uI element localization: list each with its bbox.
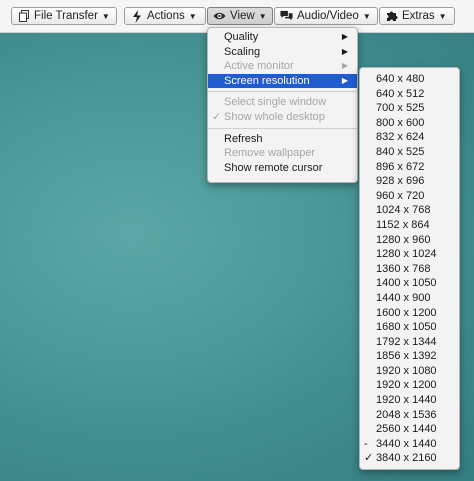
menu-item-remove-wallpaper: Remove wallpaper (224, 147, 316, 160)
menu-separator (208, 91, 357, 93)
menu-item-scaling[interactable]: Scaling ▶ (208, 45, 357, 60)
resolution-item[interactable]: 1024 x 768 (360, 203, 459, 218)
resolution-label: 1600 x 1200 (376, 306, 437, 319)
resolution-label: 960 x 720 (376, 189, 425, 202)
view-label: View (230, 10, 255, 22)
resolution-label: 928 x 696 (376, 175, 425, 188)
resolution-item[interactable]: 1360 x 768 (360, 262, 459, 277)
view-button[interactable]: View ▼ (207, 7, 273, 25)
resolution-label: 832 x 624 (376, 131, 425, 144)
screen-resolution-submenu: 640 x 480 640 x 512 700 x 525 800 x 600 832 … (359, 67, 460, 470)
resolution-item[interactable]: 800 x 600 (360, 116, 459, 131)
resolution-item[interactable]: ✓ 3840 x 2160 (360, 451, 459, 466)
resolution-label: 1920 x 1200 (376, 379, 437, 392)
resolution-label: 700 x 525 (376, 102, 425, 115)
resolution-item[interactable]: 1280 x 960 (360, 233, 459, 248)
file-transfer-label: File Transfer (34, 10, 98, 22)
chevron-down-icon: ▼ (438, 11, 447, 21)
resolution-item[interactable]: 1856 x 1392 (360, 349, 459, 364)
resolution-item[interactable]: 1152 x 864 (360, 218, 459, 233)
menu-item-screen-resolution[interactable]: Screen resolution ▶ (208, 73, 357, 89)
resolution-label: 840 x 525 (376, 145, 425, 158)
menu-item-show-whole-desktop: ✓ Show whole desktop (212, 110, 325, 123)
submenu-arrow-icon: ▶ (341, 75, 348, 85)
extras-label: Extras (402, 10, 435, 22)
resolution-label: 1680 x 1050 (376, 321, 437, 334)
resolution-label: 1400 x 1050 (376, 277, 437, 290)
resolution-item[interactable]: 1920 x 1440 (360, 393, 459, 408)
resolution-item[interactable]: 1680 x 1050 (360, 320, 459, 335)
menu-item-refresh[interactable]: Refresh (208, 132, 357, 147)
file-copy-icon (17, 10, 30, 23)
resolution-label: 1856 x 1392 (376, 350, 437, 363)
menu-separator (208, 127, 357, 129)
resolution-item[interactable]: 840 x 525 (360, 145, 459, 160)
resolution-item[interactable]: 928 x 696 (360, 174, 459, 189)
resolution-item[interactable]: 896 x 672 (360, 160, 459, 175)
resolution-item[interactable]: 832 x 624 (360, 130, 459, 145)
menu-item-active-monitor: Active monitor ▶ (224, 60, 348, 73)
resolution-item[interactable]: 1920 x 1200 (360, 378, 459, 393)
resolution-item[interactable]: 640 x 480 (360, 72, 459, 87)
resolution-label: 800 x 600 (376, 116, 425, 129)
menu-item-quality[interactable]: Quality ▶ (208, 30, 357, 45)
submenu-arrow-icon: ▶ (341, 32, 348, 41)
chevron-down-icon: ▼ (258, 11, 267, 21)
resolution-label: 1152 x 864 (376, 218, 430, 231)
chevron-down-icon: ▼ (101, 11, 110, 21)
submenu-arrow-icon: ▶ (341, 61, 348, 71)
resolution-label: 2048 x 1536 (376, 408, 437, 421)
file-transfer-button[interactable]: File Transfer ▼ (11, 7, 117, 25)
resolution-item[interactable]: 1280 x 1024 (360, 247, 459, 262)
lightning-icon (130, 9, 143, 23)
resolution-item[interactable]: 2560 x 1440 (360, 422, 459, 437)
resolution-item[interactable]: 2048 x 1536 (360, 408, 459, 423)
chat-bubbles-icon (280, 10, 293, 23)
resolution-item[interactable]: 700 x 525 (360, 101, 459, 116)
resolution-label: 3840 x 2160 (376, 452, 437, 465)
actions-button[interactable]: Actions ▼ (124, 7, 206, 25)
resolution-label: 1920 x 1440 (376, 394, 437, 407)
resolution-label: 3440 x 1440 (376, 437, 437, 450)
audio-video-label: Audio/Video (297, 10, 359, 22)
resolution-item[interactable]: 1920 x 1080 (360, 364, 459, 379)
resolution-label: 1792 x 1344 (376, 335, 437, 348)
resolution-item[interactable]: 1400 x 1050 (360, 276, 459, 291)
eye-icon (213, 10, 226, 23)
resolution-item[interactable]: 1792 x 1344 (360, 335, 459, 350)
checkmark-icon: ✓ (364, 452, 374, 465)
view-menu: Quality ▶ Scaling ▶ Active monitor ▶ Scr… (207, 27, 358, 183)
extras-button[interactable]: Extras ▼ (379, 7, 455, 25)
resolution-label: 1024 x 768 (376, 204, 431, 217)
resolution-label: 640 x 480 (376, 73, 425, 85)
menu-item-select-single-window: Select single window (224, 96, 327, 109)
resolution-label: 1280 x 960 (376, 233, 431, 246)
resolution-label: 640 x 512 (376, 87, 425, 100)
submenu-arrow-icon: ▶ (341, 46, 348, 56)
resolution-item[interactable]: -3440 x 1440 (360, 437, 459, 452)
puzzle-icon (385, 10, 398, 23)
chevron-down-icon: ▼ (188, 11, 197, 21)
dash-icon: - (364, 437, 368, 450)
resolution-label: 1440 x 900 (376, 291, 431, 304)
audio-video-button[interactable]: Audio/Video ▼ (274, 7, 378, 25)
resolution-item[interactable]: 1600 x 1200 (360, 306, 459, 321)
resolution-label: 1920 x 1080 (376, 364, 437, 377)
resolution-label: 2560 x 1440 (376, 423, 437, 436)
checkmark-icon: ✓ (212, 110, 222, 123)
resolution-label: 896 x 672 (376, 160, 425, 173)
resolution-label: 1280 x 1024 (376, 248, 437, 261)
menu-item-show-remote-cursor[interactable]: Show remote cursor (208, 161, 357, 176)
resolution-item[interactable]: 640 x 512 (360, 87, 459, 102)
resolution-label: 1360 x 768 (376, 262, 431, 275)
resolution-item[interactable]: 1440 x 900 (360, 291, 459, 306)
actions-label: Actions (147, 10, 185, 22)
resolution-item[interactable]: 960 x 720 (360, 189, 459, 204)
chevron-down-icon: ▼ (362, 11, 371, 21)
